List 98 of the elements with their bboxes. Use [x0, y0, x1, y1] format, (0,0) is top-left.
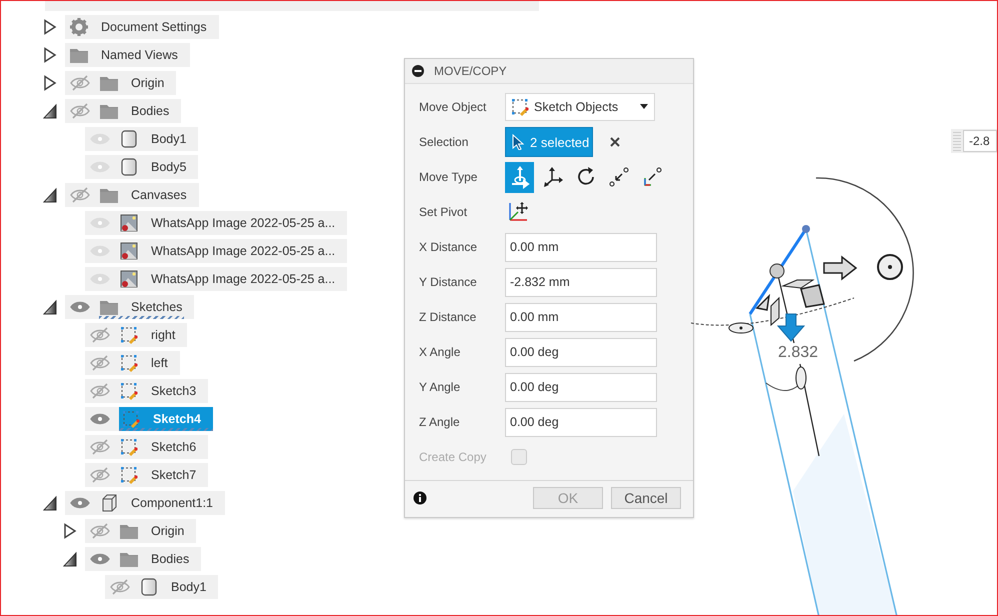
dialog-title: MOVE/COPY: [434, 64, 507, 78]
sketch-icon: [119, 381, 139, 401]
tree-row[interactable]: Sketch3: [85, 379, 208, 403]
collapsed-triangle-icon[interactable]: [43, 47, 57, 63]
tree-row[interactable]: Body5: [85, 155, 198, 179]
expanded-triangle-icon[interactable]: [63, 551, 77, 567]
sketch-icon: [119, 353, 139, 373]
pivot-axes-icon[interactable]: [507, 201, 529, 223]
expanded-triangle-icon[interactable]: [43, 187, 57, 203]
value-input[interactable]: 0.00 deg: [505, 372, 657, 402]
tree-row[interactable]: Sketch6: [85, 435, 208, 459]
field-label: X Angle: [419, 345, 462, 359]
field-label: Z Distance: [419, 310, 478, 324]
hidden-eye-icon[interactable]: [89, 466, 111, 484]
tree-item[interactable]: Body1: [139, 575, 208, 599]
tree-item[interactable]: WhatsApp Image 2022-05-25 a...: [119, 239, 338, 263]
field-label: Create Copy: [419, 450, 488, 464]
hidden-eye-icon[interactable]: [89, 382, 111, 400]
tree-item[interactable]: Bodies: [119, 547, 192, 571]
tree-row[interactable]: right: [85, 323, 188, 347]
cursor-icon: [512, 134, 524, 150]
hidden-eye-icon[interactable]: [69, 102, 91, 120]
collapse-icon[interactable]: [411, 64, 425, 78]
tree-item[interactable]: Bodies: [99, 99, 172, 123]
hidden-eye-icon[interactable]: [89, 522, 111, 540]
grip-handle[interactable]: [953, 131, 961, 151]
field-label: Move Type: [419, 170, 478, 184]
field-label: Z Angle: [419, 415, 461, 429]
image-icon: [119, 269, 139, 289]
tree-row[interactable]: Component1:1: [65, 491, 226, 515]
expanded-triangle-icon[interactable]: [43, 299, 57, 315]
sketch-icon: [121, 409, 141, 429]
hidden-eye-icon[interactable]: [69, 186, 91, 204]
tree-item[interactable]: Sketch7: [119, 463, 198, 487]
image-icon: [119, 241, 139, 261]
tree-item[interactable]: Body1: [119, 127, 188, 151]
hidden-eye-icon[interactable]: [89, 438, 111, 456]
tree-item[interactable]: Sketch3: [119, 379, 198, 403]
dimension-label: 2.832: [778, 344, 818, 361]
hidden-eye-icon[interactable]: [109, 578, 131, 596]
tree-row[interactable]: left: [85, 351, 180, 375]
tree-row[interactable]: Body1: [105, 575, 218, 599]
value-input[interactable]: 0.00 deg: [505, 408, 657, 436]
info-icon[interactable]: [413, 491, 427, 505]
sketch-icon: [119, 325, 139, 345]
caret-icon: [640, 104, 648, 110]
collapsed-triangle-icon[interactable]: [63, 523, 77, 539]
value-input[interactable]: 0.00 mm: [505, 232, 657, 262]
tree-item[interactable]: WhatsApp Image 2022-05-25 a...: [119, 267, 338, 291]
tree-item[interactable]: left: [119, 351, 170, 375]
tree-item[interactable]: Sketch6: [119, 435, 198, 459]
sketch-icon: [510, 97, 530, 117]
move-object-dropdown[interactable]: Sketch Objects: [505, 93, 655, 121]
hidden-eye-icon[interactable]: [89, 326, 111, 344]
hidden-eye-icon[interactable]: [69, 74, 91, 92]
tree-row[interactable]: Sketch7: [85, 463, 208, 487]
cancel-button[interactable]: Cancel: [611, 487, 681, 509]
hidden-eye-icon[interactable]: [89, 354, 111, 372]
sketch-icon: [119, 465, 139, 485]
collapsed-triangle-icon[interactable]: [43, 19, 57, 35]
clear-selection-icon[interactable]: [609, 136, 621, 148]
field-label: Y Distance: [419, 275, 478, 289]
sketch-icon: [119, 437, 139, 457]
move-manipulator-drawing[interactable]: [691, 177, 914, 457]
field-label: Y Angle: [419, 380, 462, 394]
tree-item[interactable]: Origin: [119, 519, 186, 543]
tree-row[interactable]: Canvases: [65, 183, 199, 207]
cylinder-icon: [119, 157, 139, 177]
tree-row[interactable]: Origin: [65, 71, 176, 95]
expanded-triangle-icon[interactable]: [43, 495, 57, 511]
tree-item[interactable]: Canvases: [99, 183, 189, 207]
value-input[interactable]: 0.00 deg: [505, 338, 657, 366]
value-input[interactable]: 0.00 mm: [505, 302, 657, 332]
gear-icon: [69, 17, 89, 37]
tree-row[interactable]: WhatsApp Image 2022-05-25 a...: [85, 267, 348, 291]
cylinder-icon: [119, 129, 139, 149]
value-input[interactable]: -2.8: [951, 129, 997, 153]
field-label: Set Pivot: [419, 205, 468, 219]
field-label: Move Object: [419, 100, 488, 114]
field-label: X Distance: [419, 240, 478, 254]
tree-item[interactable]: right: [119, 323, 178, 347]
tree-item[interactable]: Origin: [99, 71, 166, 95]
expanded-triangle-icon[interactable]: [43, 103, 57, 119]
tree-row[interactable]: WhatsApp Image 2022-05-25 a...: [85, 239, 348, 263]
field-label: Selection: [419, 135, 470, 149]
tree-item[interactable]: Body5: [119, 155, 188, 179]
tree-row[interactable]: Bodies: [85, 547, 202, 571]
tree-row[interactable]: Bodies: [65, 99, 182, 123]
tree-item[interactable]: WhatsApp Image 2022-05-25 a...: [119, 211, 338, 235]
tree-row[interactable]: Sketches: [65, 295, 194, 319]
tree-item[interactable]: Component1:1: [99, 491, 216, 515]
value-input[interactable]: -2.832 mm: [505, 268, 657, 296]
tree-row[interactable]: WhatsApp Image 2022-05-25 a...: [85, 211, 348, 235]
image-icon: [119, 213, 139, 233]
tree-row[interactable]: Body1: [85, 127, 198, 151]
tree-row[interactable]: Origin: [85, 519, 196, 543]
cylinder-icon: [139, 577, 159, 597]
collapsed-triangle-icon[interactable]: [43, 75, 57, 91]
